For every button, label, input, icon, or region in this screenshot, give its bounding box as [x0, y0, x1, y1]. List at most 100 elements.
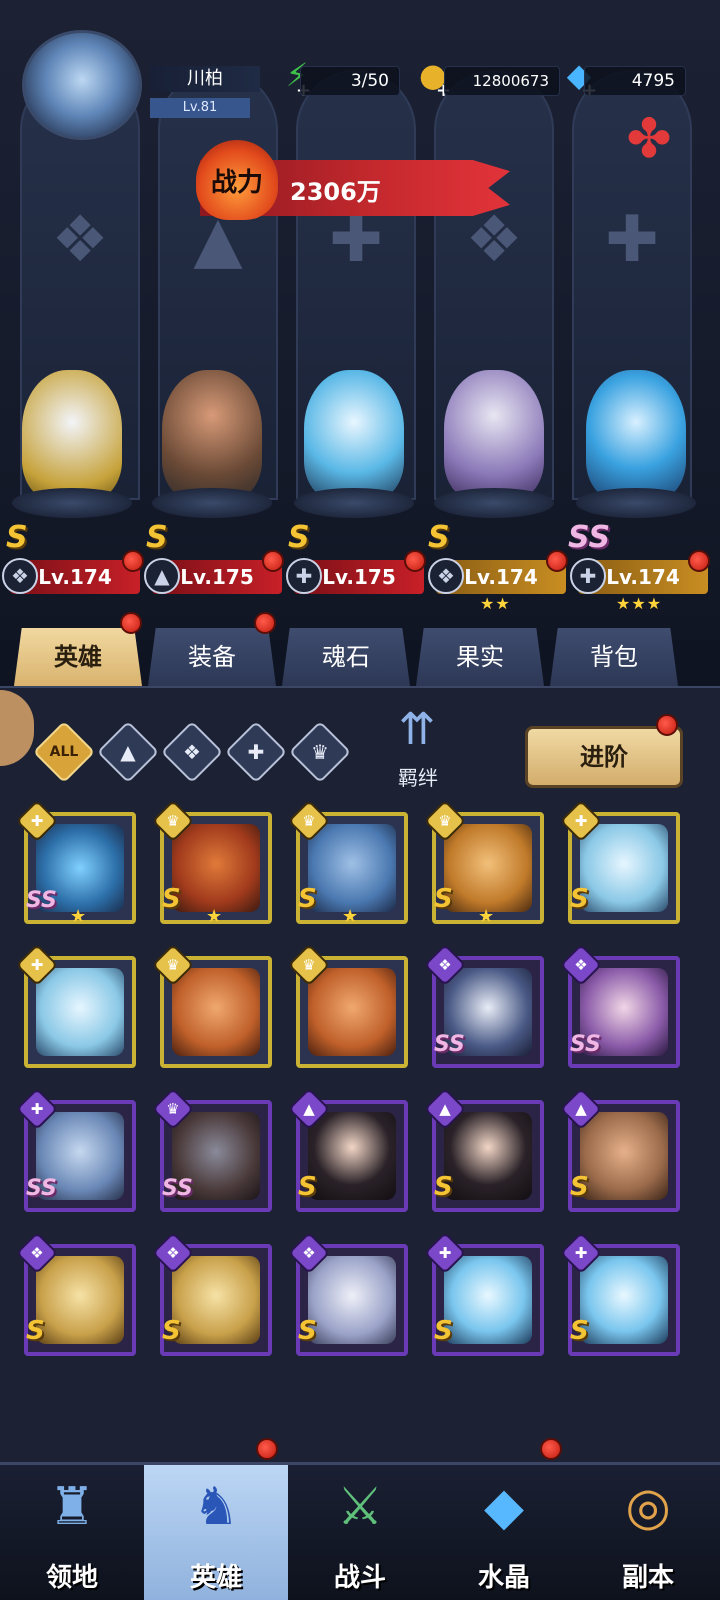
claw-icon: ♛	[438, 812, 452, 830]
hero-grade: S	[434, 884, 453, 914]
hero-card[interactable]: ❖ S	[151, 1231, 272, 1356]
hero-card[interactable]: ✚ SS ★	[15, 799, 136, 927]
hero-portrait	[172, 1256, 260, 1344]
hero-grade: S	[434, 1172, 453, 1202]
category-tabs: 英雄 装备 魂石 果实 背包	[0, 628, 720, 688]
hero-card[interactable]: ✚ S	[559, 1231, 680, 1356]
hero-grade: S	[570, 1316, 589, 1346]
wrench-icon: ✚	[30, 812, 44, 830]
lineup-hero-1[interactable]	[2, 370, 142, 530]
wrench-icon: ✚	[438, 1244, 452, 1262]
wing-icon: ❖	[183, 740, 201, 764]
tower-icon: ▲	[120, 740, 136, 764]
nav-label: 副本	[621, 1563, 674, 1593]
wing-icon: ❖	[30, 1244, 44, 1262]
nav-heroes[interactable]: ♞ 英雄	[144, 1465, 288, 1600]
bond-label[interactable]: 羁绊	[380, 762, 456, 791]
hero-figure	[162, 370, 262, 500]
hero-card[interactable]: ▲ S	[559, 1087, 680, 1212]
battle-icon: ⚔	[336, 1477, 384, 1537]
hero-figure	[304, 370, 404, 500]
hero-grade: SS	[26, 888, 57, 913]
tab-fruit[interactable]: 果实	[416, 628, 544, 686]
hero-card[interactable]: ❖ SS	[559, 943, 680, 1068]
hero-card[interactable]: ▲ S	[287, 1087, 408, 1212]
lineup-hero-4[interactable]	[424, 370, 564, 530]
tab-equipment[interactable]: 装备	[148, 628, 276, 686]
wrench-icon: ✚	[30, 956, 44, 974]
advance-button[interactable]: 进阶	[525, 726, 683, 788]
wing-emblem-icon: ❖	[51, 203, 109, 277]
lineup-hero-5[interactable]	[566, 370, 706, 530]
notification-dot	[656, 714, 678, 736]
diamond-counter: 4795	[584, 66, 686, 96]
claw-icon: ♛	[166, 812, 180, 830]
hero-card[interactable]: ❖ S	[287, 1231, 408, 1356]
hero-portrait	[444, 1256, 532, 1344]
lineup-hero-3[interactable]	[284, 370, 424, 530]
gold-counter: 12800673	[444, 66, 560, 96]
hero-card[interactable]: ❖ S	[15, 1231, 136, 1356]
notification-dot	[540, 1438, 562, 1460]
tower-class-icon: ▲	[144, 558, 180, 594]
hero-card[interactable]: ♛	[151, 943, 272, 1068]
hero-grade: S	[570, 1172, 589, 1202]
notification-dot	[262, 550, 284, 572]
pedestal	[294, 488, 414, 518]
wrench-emblem-icon: ✚	[605, 203, 659, 277]
nav-label: 战斗	[333, 1563, 386, 1593]
pedestal	[576, 488, 696, 518]
hero-grade: S	[298, 1172, 317, 1202]
hero-card[interactable]: ♛ S ★	[287, 799, 408, 927]
hero-card[interactable]: ✚ SS	[15, 1087, 136, 1212]
gift-icon[interactable]: ✤	[612, 106, 686, 170]
hero-card[interactable]: ❖ SS	[423, 943, 544, 1068]
hero-portrait	[580, 1112, 668, 1200]
power-label: 战力	[196, 140, 278, 220]
hero-portrait	[444, 824, 532, 912]
hero-card[interactable]: ♛ S ★	[423, 799, 544, 927]
nav-battle[interactable]: ⚔ 战斗	[288, 1465, 432, 1600]
hero-figure	[586, 370, 686, 500]
nav-label: 水晶	[477, 1563, 530, 1593]
hero-card[interactable]: ✚	[15, 943, 136, 1068]
hero-card[interactable]: ✚ S	[559, 799, 680, 924]
notification-dot	[254, 612, 276, 634]
nav-territory[interactable]: ♜ 领地	[0, 1465, 144, 1600]
claw-icon: ♛	[166, 956, 180, 974]
wing-icon: ❖	[302, 1244, 316, 1262]
wrench-class-icon: ✚	[286, 558, 322, 594]
tab-heroes[interactable]: 英雄	[14, 628, 142, 686]
hero-grade: SS	[570, 1032, 601, 1057]
claw-icon: ♛	[302, 812, 316, 830]
nav-dungeon[interactable]: ◎ 副本	[576, 1465, 720, 1600]
pedestal	[152, 488, 272, 518]
star-icon: ★	[478, 906, 495, 927]
hero-card[interactable]: ♛ S ★	[151, 799, 272, 927]
star-icon: ★	[70, 906, 87, 927]
lineup-grade: SS	[568, 520, 611, 555]
tab-soulstone[interactable]: 魂石	[282, 628, 410, 686]
hero-portrait	[308, 824, 396, 912]
hero-grade: S	[434, 1316, 453, 1346]
claw-icon: ♛	[311, 740, 329, 764]
hero-card[interactable]: ▲ S	[423, 1087, 544, 1212]
hero-portrait	[580, 1256, 668, 1344]
lineup-hero-2[interactable]	[142, 370, 282, 530]
bond-icon[interactable]: ⇈	[372, 704, 462, 764]
nav-crystal[interactable]: ◆ 水晶	[432, 1465, 576, 1600]
hero-card[interactable]: ✚ S	[423, 1231, 544, 1356]
player-avatar[interactable]	[22, 30, 142, 140]
hero-portrait	[580, 824, 668, 912]
hero-grade: S	[298, 1316, 317, 1346]
notification-dot	[256, 1438, 278, 1460]
hero-grade: S	[570, 884, 589, 914]
hero-portrait	[308, 968, 396, 1056]
hero-card[interactable]: ♛	[287, 943, 408, 1068]
tab-backpack[interactable]: 背包	[550, 628, 678, 686]
hero-grade: SS	[162, 1176, 193, 1201]
wrench-icon: ✚	[574, 1244, 588, 1262]
wing-icon: ❖	[574, 956, 588, 974]
hero-card[interactable]: ♛ SS	[151, 1087, 272, 1212]
stamina-counter: 3/50	[300, 66, 400, 96]
